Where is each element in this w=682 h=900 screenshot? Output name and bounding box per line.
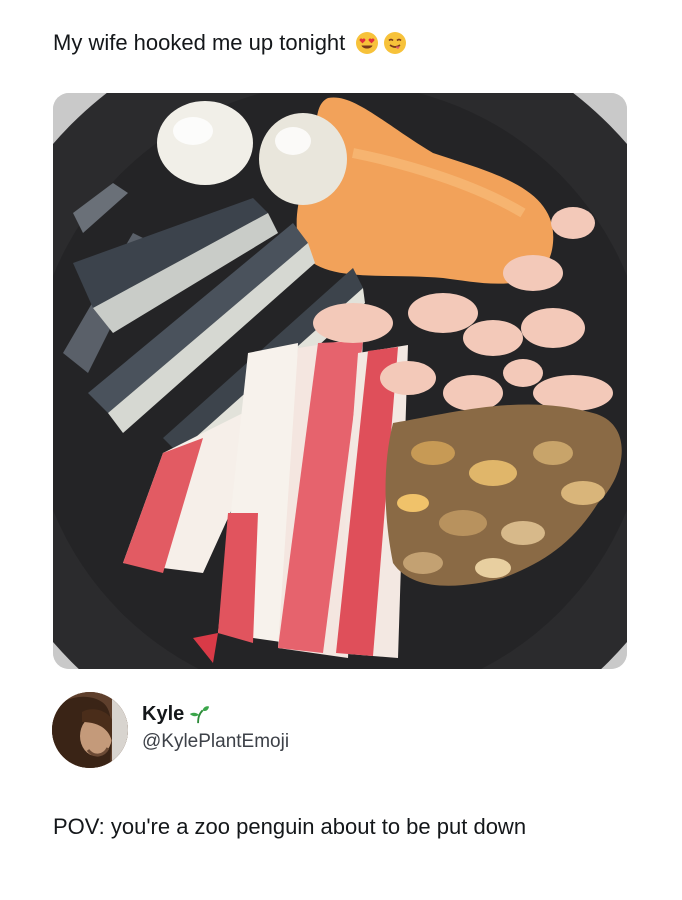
yum-emoji-icon bbox=[384, 32, 407, 54]
heart-eyes-emoji-icon bbox=[356, 32, 379, 54]
seafood-plate-photo bbox=[53, 93, 627, 669]
tweet-header: Kyle @KylePlantEmoji bbox=[52, 692, 612, 772]
top-caption: My wife hooked me up tonight bbox=[53, 28, 407, 58]
avatar-image bbox=[52, 692, 128, 768]
avatar[interactable] bbox=[52, 692, 128, 768]
caption-text: My wife hooked me up tonight bbox=[53, 30, 346, 55]
egg bbox=[157, 101, 253, 185]
photo-illustration bbox=[53, 93, 627, 669]
handle[interactable]: @KylePlantEmoji bbox=[142, 730, 289, 754]
seedling-icon bbox=[190, 706, 210, 724]
display-name[interactable]: Kyle bbox=[142, 702, 210, 726]
egg bbox=[259, 113, 347, 205]
tweet-text: POV: you're a zoo penguin about to be pu… bbox=[53, 814, 527, 839]
display-name-text: Kyle bbox=[142, 703, 185, 725]
